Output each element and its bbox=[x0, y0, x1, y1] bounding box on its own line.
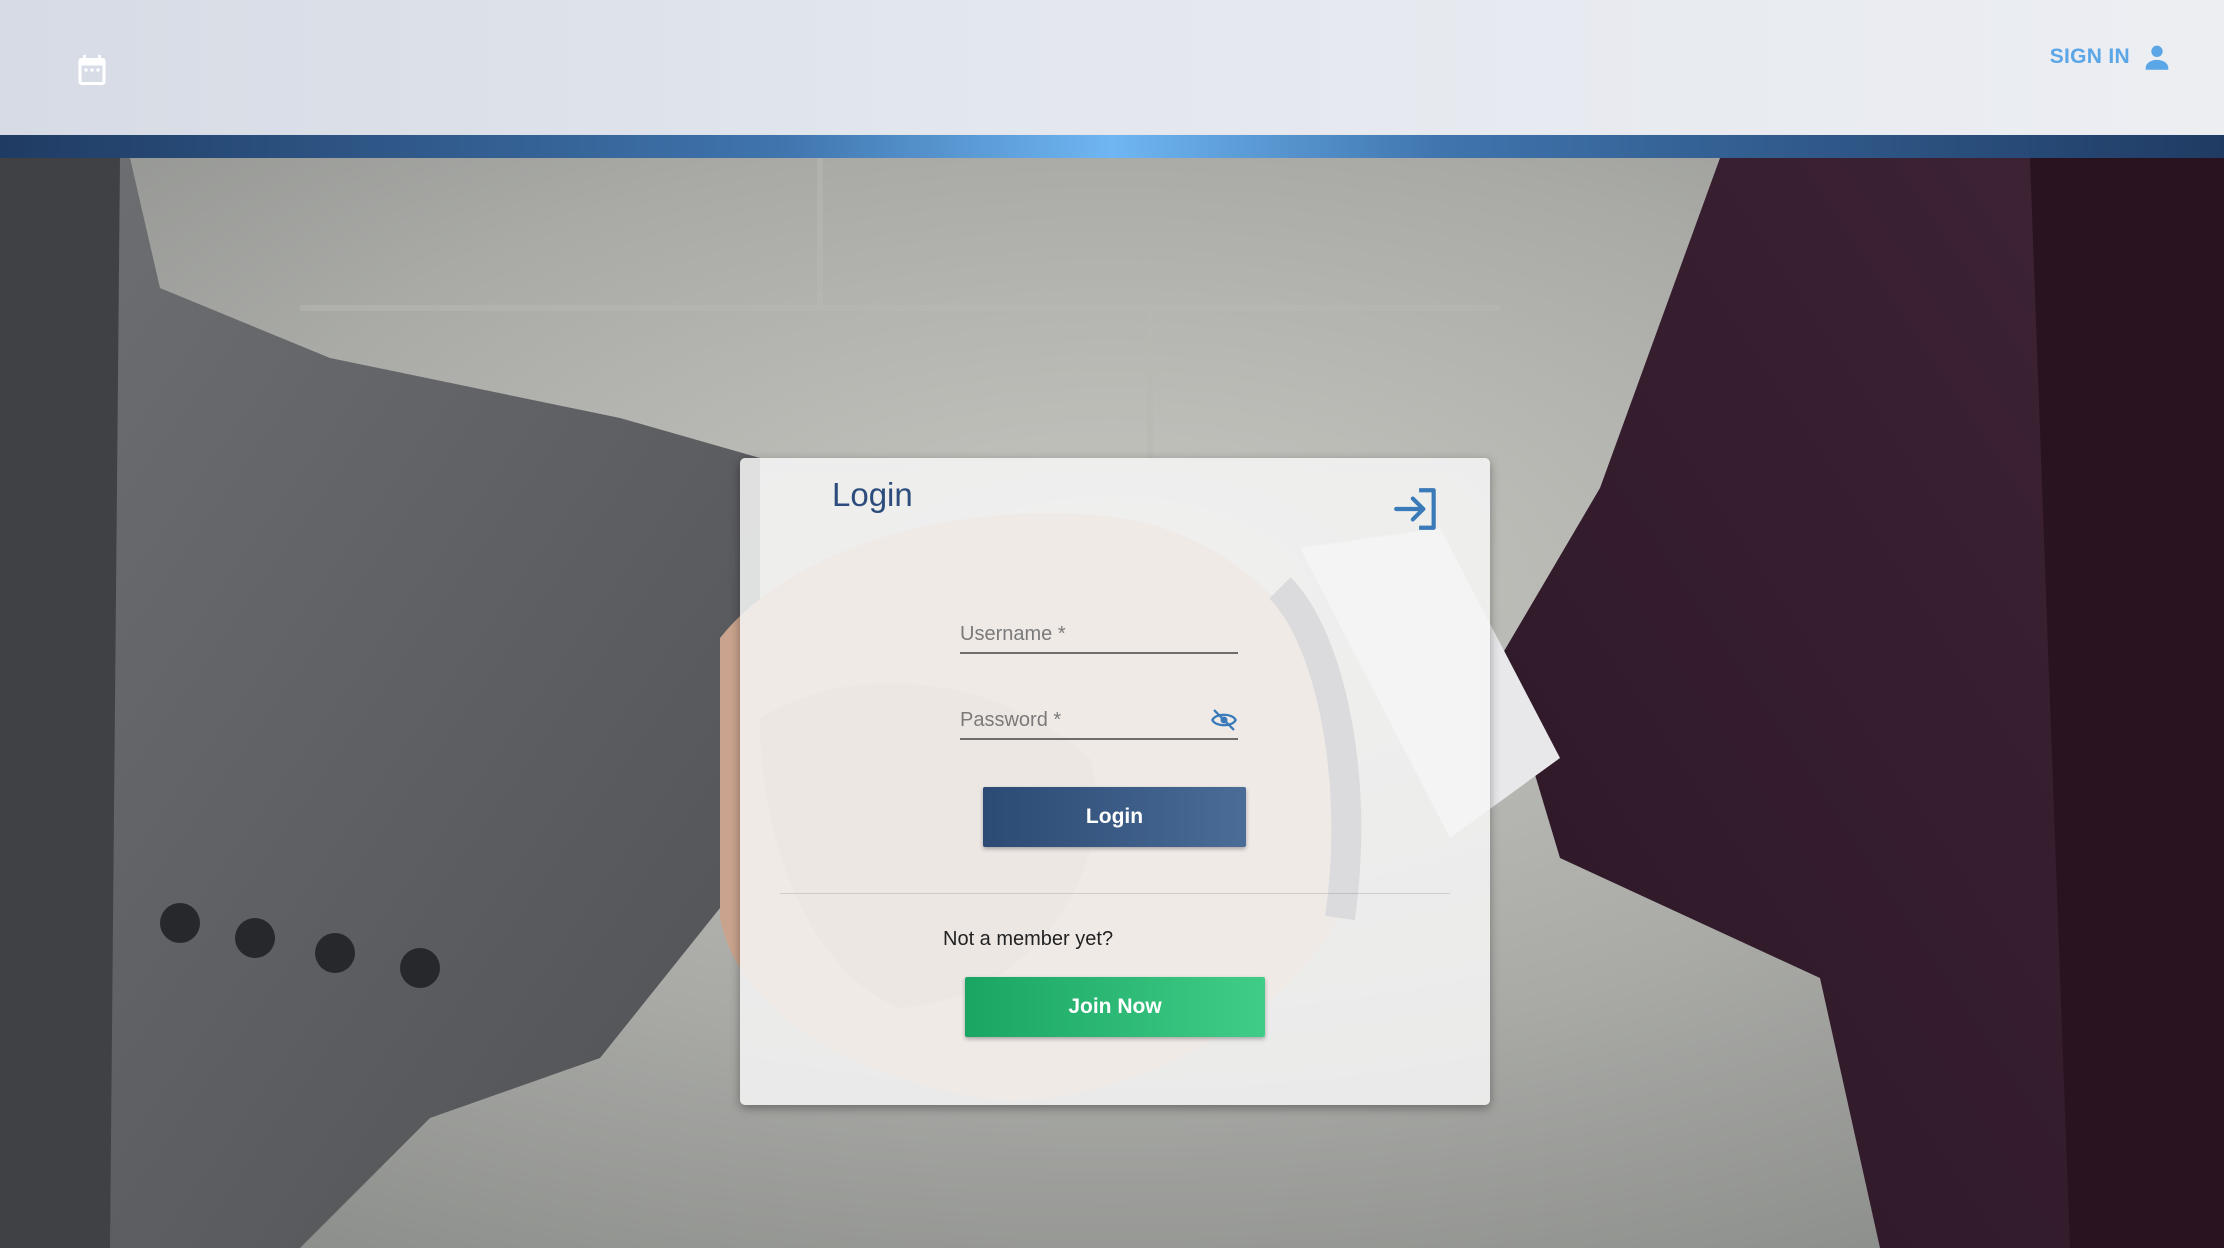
calendar-icon[interactable] bbox=[74, 52, 110, 88]
password-input[interactable] bbox=[960, 702, 1238, 738]
divider bbox=[780, 893, 1450, 894]
login-button[interactable]: Login bbox=[983, 787, 1246, 847]
login-arrow-icon bbox=[1392, 484, 1442, 534]
join-now-button[interactable]: Join Now bbox=[965, 977, 1265, 1037]
not-member-label: Not a member yet? bbox=[943, 928, 1114, 950]
header-accent-strip bbox=[0, 135, 2224, 158]
password-field bbox=[960, 702, 1238, 740]
sign-in-label: SIGN IN bbox=[2049, 45, 2130, 68]
login-title: Login bbox=[832, 476, 913, 513]
top-app-bar: SIGN IN bbox=[0, 0, 2224, 135]
eye-off-icon[interactable] bbox=[1210, 706, 1238, 734]
username-field bbox=[960, 616, 1238, 654]
username-input[interactable] bbox=[960, 616, 1238, 652]
login-card: Login Login Not a member yet? Join Now bbox=[740, 458, 1490, 1105]
person-icon bbox=[2145, 45, 2169, 70]
sign-in-button[interactable]: SIGN IN bbox=[2050, 40, 2174, 74]
